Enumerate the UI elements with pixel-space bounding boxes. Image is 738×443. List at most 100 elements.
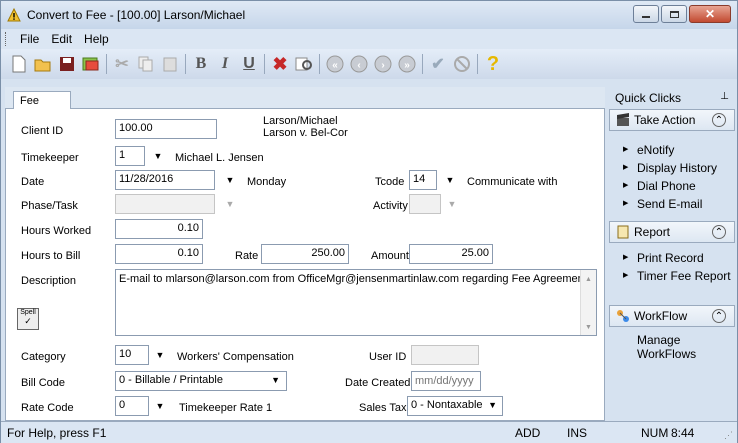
- description-label: Description: [21, 275, 77, 287]
- paste-icon[interactable]: [158, 52, 182, 76]
- tcode-label: Tcode: [375, 176, 405, 188]
- sidebar-item-enotify[interactable]: eNotify: [623, 143, 733, 157]
- previous-record-icon[interactable]: ‹: [347, 52, 371, 76]
- matter-name: Larson v. Bel-Cor: [263, 127, 348, 139]
- clapper-icon: [616, 113, 630, 127]
- report-header[interactable]: Report ⌃: [609, 221, 735, 243]
- maximize-button[interactable]: [661, 5, 687, 23]
- date-label: Date: [21, 176, 45, 188]
- hours-worked-label: Hours Worked: [21, 225, 92, 237]
- warning-icon: [7, 7, 21, 22]
- minimize-button[interactable]: [633, 5, 659, 23]
- tab-strip: Fee: [5, 87, 605, 111]
- tcode-description: Communicate with: [467, 176, 558, 188]
- sales-tax-select[interactable]: 0 - Nontaxable ▼: [407, 396, 503, 416]
- hours-to-bill-label: Hours to Bill: [21, 250, 81, 262]
- cancel-icon[interactable]: [450, 52, 474, 76]
- category-dropdown-icon[interactable]: ▼: [151, 345, 169, 365]
- collapse-icon[interactable]: ⌃: [712, 225, 726, 239]
- app-window: Convert to Fee - [100.00] Larson/Michael…: [0, 0, 738, 443]
- save-icon[interactable]: [55, 52, 79, 76]
- collapse-icon[interactable]: ⌃: [712, 309, 726, 323]
- date-field[interactable]: 11/28/2016: [115, 170, 215, 190]
- sidebar-item-print-record[interactable]: Print Record: [623, 251, 733, 265]
- hours-to-bill-field[interactable]: 0.10: [115, 244, 203, 264]
- collapse-icon[interactable]: ⌃: [712, 113, 726, 127]
- minimize-icon: [642, 16, 650, 18]
- find-icon[interactable]: [292, 52, 316, 76]
- open-icon[interactable]: [31, 52, 55, 76]
- scroll-down-icon[interactable]: ▼: [585, 324, 592, 331]
- sales-tax-value: 0 - Nontaxable: [411, 399, 483, 411]
- italic-icon[interactable]: I: [213, 52, 237, 76]
- user-id-field: [411, 345, 479, 365]
- sidebar-item-timer-fee-report[interactable]: Timer Fee Report: [623, 269, 733, 283]
- tcode-field[interactable]: 14: [409, 170, 437, 190]
- cut-icon[interactable]: ✂: [110, 52, 134, 76]
- bill-code-value: 0 - Billable / Printable: [119, 374, 223, 386]
- svg-text:›: ›: [381, 60, 384, 71]
- pin-icon[interactable]: ⊥: [720, 91, 729, 102]
- tcode-dropdown-icon[interactable]: ▼: [441, 170, 459, 190]
- copy-icon[interactable]: [134, 52, 158, 76]
- date-created-label: Date Created: [345, 377, 411, 389]
- workflow-header[interactable]: WorkFlow ⌃: [609, 305, 735, 327]
- sales-tax-dropdown-icon[interactable]: ▼: [488, 400, 497, 410]
- sidebar-item-send-email[interactable]: Send E-mail: [623, 197, 733, 211]
- new-icon[interactable]: [7, 52, 31, 76]
- category-field[interactable]: 10: [115, 345, 149, 365]
- amount-label: Amount: [371, 250, 409, 262]
- check-icon[interactable]: ✔: [426, 52, 450, 76]
- sidebar-item-dial-phone[interactable]: Dial Phone: [623, 179, 733, 193]
- hours-worked-field[interactable]: 0.10: [115, 219, 203, 239]
- underline-icon[interactable]: U: [237, 52, 261, 76]
- rate-field[interactable]: 250.00: [261, 244, 349, 264]
- svg-text:»: »: [404, 60, 410, 71]
- timekeeper-name: Michael L. Jensen: [175, 152, 264, 164]
- close-button[interactable]: ✕: [689, 5, 731, 23]
- last-record-icon[interactable]: »: [395, 52, 419, 76]
- menu-edit[interactable]: Edit: [45, 32, 78, 46]
- next-record-icon[interactable]: ›: [371, 52, 395, 76]
- notes-icon[interactable]: [79, 52, 103, 76]
- amount-field[interactable]: 25.00: [409, 244, 493, 264]
- timekeeper-dropdown-icon[interactable]: ▼: [149, 146, 167, 166]
- sidebar-item-manage-workflows[interactable]: Manage WorkFlows: [623, 333, 733, 361]
- bill-code-select[interactable]: 0 - Billable / Printable ▼: [115, 371, 287, 391]
- resize-grip-icon[interactable]: ⋰: [724, 430, 733, 441]
- bill-code-label: Bill Code: [21, 377, 66, 389]
- rate-label: Rate: [235, 250, 259, 262]
- user-id-label: User ID: [369, 351, 407, 363]
- rate-code-dropdown-icon[interactable]: ▼: [151, 396, 169, 416]
- toolbar-separator: [477, 54, 478, 74]
- menu-file[interactable]: File: [14, 32, 45, 46]
- status-bar: For Help, press F1 ADD INS NUM 8:44 ⋰: [1, 421, 737, 443]
- close-icon: ✕: [704, 7, 716, 21]
- activity-field: [409, 194, 441, 214]
- rate-code-field[interactable]: 0: [115, 396, 149, 416]
- sidebar-item-display-history[interactable]: Display History: [623, 161, 733, 175]
- date-dropdown-icon[interactable]: ▼: [221, 170, 239, 190]
- help-icon[interactable]: ?: [481, 52, 505, 76]
- menu-help[interactable]: Help: [78, 32, 115, 46]
- take-action-header[interactable]: Take Action ⌃: [609, 109, 735, 131]
- delete-icon[interactable]: ✖: [268, 52, 292, 76]
- bold-icon[interactable]: B: [189, 52, 213, 76]
- tab-fee[interactable]: Fee: [13, 91, 71, 111]
- svg-text:«: «: [332, 60, 338, 71]
- quick-clicks-panel: Quick Clicks ⊥ Take Action ⌃ eNotify Dis…: [609, 87, 735, 421]
- description-textarea[interactable]: E-mail to mlarson@larson.com from Office…: [115, 269, 597, 336]
- status-add: ADD: [515, 426, 541, 440]
- first-record-icon[interactable]: «: [323, 52, 347, 76]
- date-created-field[interactable]: [411, 371, 481, 391]
- description-scrollbar[interactable]: ▲ ▼: [580, 270, 596, 335]
- scroll-up-icon[interactable]: ▲: [585, 276, 592, 283]
- toolbar-separator: [106, 54, 107, 74]
- client-id-field[interactable]: 100.00: [115, 119, 217, 139]
- timekeeper-label: Timekeeper: [21, 152, 79, 164]
- spell-check-icon: ✓: [24, 316, 32, 326]
- client-name: Larson/Michael: [263, 115, 338, 127]
- bill-code-dropdown-icon[interactable]: ▼: [271, 375, 280, 385]
- timekeeper-field[interactable]: 1: [115, 146, 145, 166]
- spell-check-button[interactable]: Spell ✓: [17, 308, 39, 330]
